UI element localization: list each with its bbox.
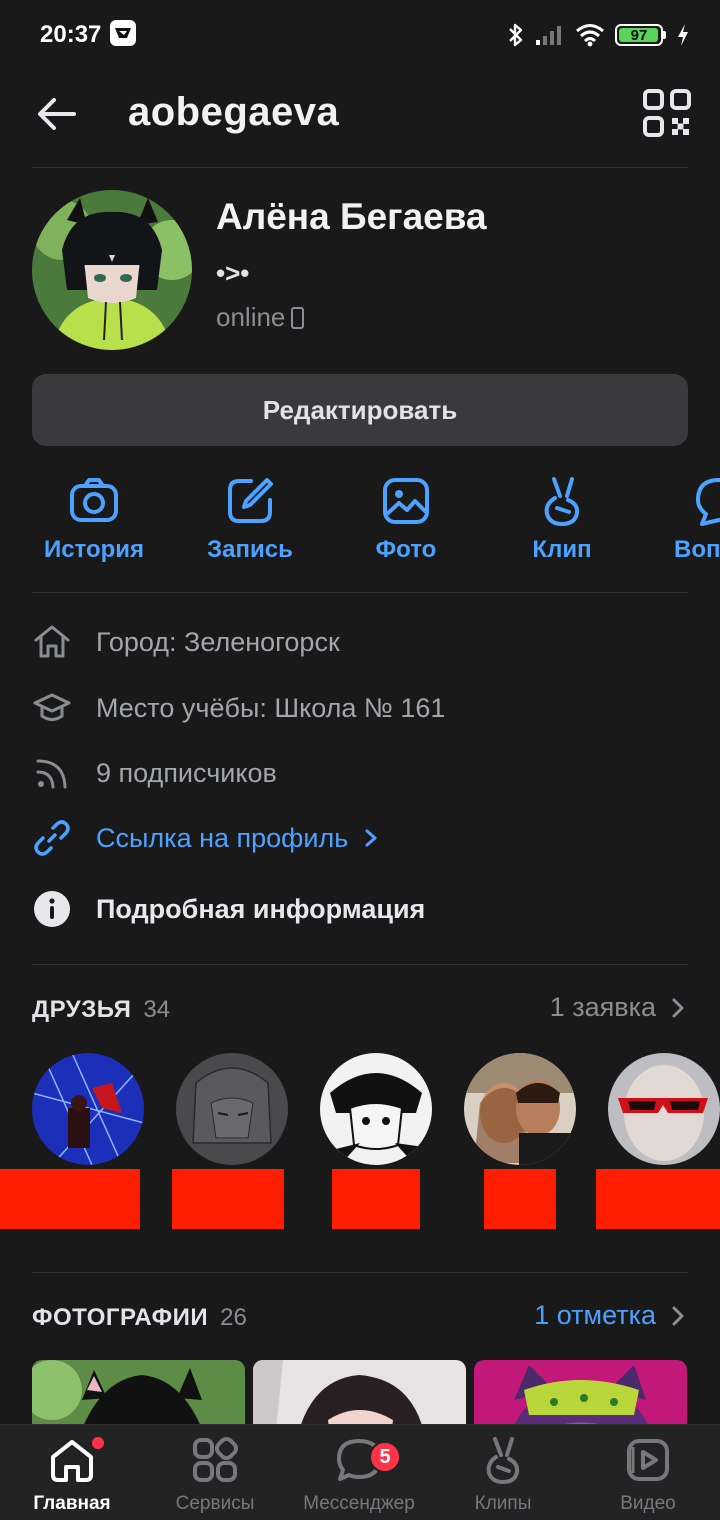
question-icon	[696, 478, 720, 526]
photo-tags-link[interactable]: 1 отметка	[534, 1300, 688, 1331]
home-icon	[51, 1440, 93, 1482]
action-question[interactable]: Вопр	[648, 474, 720, 564]
redacted-name	[484, 1169, 556, 1229]
tab-services[interactable]: Сервисы	[145, 1435, 285, 1515]
quick-actions: История Запись Фото Клип Вопр	[0, 474, 720, 574]
tab-clips[interactable]: Клипы	[433, 1435, 573, 1515]
city-text: Город: Зеленогорск	[96, 626, 340, 657]
photo-tags-text: 1 отметка	[534, 1300, 656, 1330]
status-icons: 97	[507, 22, 690, 48]
home-outline-icon	[32, 622, 72, 662]
bottom-tab-bar: Главная Сервисы 5 Мессенджер Клипы Видео	[0, 1424, 720, 1520]
friends-count: 34	[143, 996, 171, 1023]
action-post-label: Запись	[207, 536, 293, 563]
tab-messenger-label: Мессенджер	[303, 1493, 415, 1514]
education-icon	[32, 688, 72, 728]
photos-header[interactable]: ФОТОГРАФИИ 26	[32, 1304, 247, 1332]
school-text: Место учёбы: Школа № 161	[96, 692, 446, 723]
redacted-name	[0, 1169, 140, 1229]
friends-title: ДРУЗЬЯ	[32, 996, 132, 1023]
redacted-name	[172, 1169, 284, 1229]
profile-avatar[interactable]	[32, 190, 192, 350]
clip-icon	[544, 477, 580, 527]
profile-link-row[interactable]: Ссылка на профиль	[32, 814, 688, 862]
notification-dot	[92, 1437, 104, 1449]
info-icon	[32, 889, 72, 929]
battery-percent: 97	[630, 26, 648, 44]
detailed-info-text: Подробная информация	[96, 893, 426, 924]
arrow-left-icon	[38, 98, 76, 130]
friend-avatar[interactable]	[32, 1053, 144, 1165]
action-story-label: История	[43, 536, 145, 563]
friend-avatar[interactable]	[464, 1053, 576, 1165]
top-app-bar: aobegaeva	[0, 76, 720, 166]
online-label: online	[216, 302, 286, 332]
photos-title: ФОТОГРАФИИ	[32, 1304, 209, 1331]
info-divider	[32, 964, 688, 965]
action-photo[interactable]: Фото	[336, 474, 476, 564]
redacted-name	[596, 1169, 720, 1229]
photos-count: 26	[220, 1304, 247, 1331]
edit-icon	[228, 478, 273, 523]
tab-video-label: Видео	[620, 1493, 676, 1514]
profile-name: Алёна Бегаева	[216, 196, 487, 237]
link-icon	[32, 818, 72, 858]
header-divider	[32, 167, 688, 168]
tab-messenger[interactable]: 5 Мессенджер	[289, 1435, 429, 1515]
status-time: 20:37	[40, 21, 102, 48]
friend-requests-link[interactable]: 1 заявка	[550, 992, 688, 1023]
edit-profile-button[interactable]: Редактировать	[32, 374, 688, 446]
profile-link-text: Ссылка на профиль	[96, 822, 349, 853]
camera-icon	[70, 478, 118, 522]
image-icon	[383, 478, 429, 524]
friends-divider	[32, 1272, 688, 1273]
profile-username: aobegaeva	[128, 90, 340, 134]
profile-screen: 20:37 97 aobegaeva Алёна Бегаева •>• onl…	[0, 0, 720, 1520]
video-icon	[627, 1439, 669, 1481]
action-story[interactable]: История	[24, 474, 164, 564]
signal-icon	[536, 26, 561, 45]
back-button[interactable]	[30, 88, 82, 140]
info-followers[interactable]: 9 подписчиков	[32, 749, 688, 797]
qr-code-button[interactable]	[642, 88, 692, 138]
bluetooth-icon	[509, 23, 523, 47]
services-icon	[193, 1436, 239, 1482]
qr-code-icon	[643, 89, 691, 137]
friends-header[interactable]: ДРУЗЬЯ 34	[32, 996, 170, 1024]
battery-indicator: 97	[615, 24, 663, 46]
friend-requests-text: 1 заявка	[549, 992, 656, 1022]
status-bar: 20:37 97	[0, 0, 720, 70]
chevron-right-icon	[672, 1306, 684, 1325]
charging-icon	[678, 24, 688, 46]
info-school: Место учёбы: Школа № 161	[32, 684, 688, 732]
friend-avatar[interactable]	[608, 1053, 720, 1165]
tab-home-label: Главная	[33, 1493, 111, 1514]
profile-status-text: •>•	[216, 258, 250, 288]
tab-home[interactable]: Главная	[2, 1435, 142, 1515]
redacted-name	[332, 1169, 420, 1229]
action-clip[interactable]: Клип	[492, 474, 632, 564]
tab-video[interactable]: Видео	[578, 1435, 718, 1515]
action-post[interactable]: Запись	[180, 474, 320, 564]
followers-text: 9 подписчиков	[96, 757, 277, 788]
notification-app-icon	[110, 20, 136, 46]
info-city: Город: Зеленогорск	[32, 618, 688, 666]
followers-icon	[32, 753, 72, 793]
tab-services-label: Сервисы	[175, 1493, 255, 1514]
online-status: online	[216, 302, 305, 333]
action-photo-label: Фото	[375, 536, 437, 563]
chevron-right-icon	[672, 998, 684, 1017]
chevron-right-icon	[365, 829, 377, 847]
wifi-icon	[576, 24, 604, 47]
actions-divider	[32, 592, 688, 593]
action-clip-label: Клип	[532, 536, 592, 563]
tab-clips-label: Клипы	[474, 1493, 532, 1514]
detailed-info-row[interactable]: Подробная информация	[32, 885, 688, 933]
mobile-icon	[291, 306, 305, 329]
action-question-label: Вопр	[674, 536, 720, 563]
friend-avatar[interactable]	[320, 1053, 432, 1165]
clips-icon	[486, 1437, 520, 1485]
friend-avatar[interactable]	[176, 1053, 288, 1165]
unread-badge: 5	[369, 1441, 401, 1473]
